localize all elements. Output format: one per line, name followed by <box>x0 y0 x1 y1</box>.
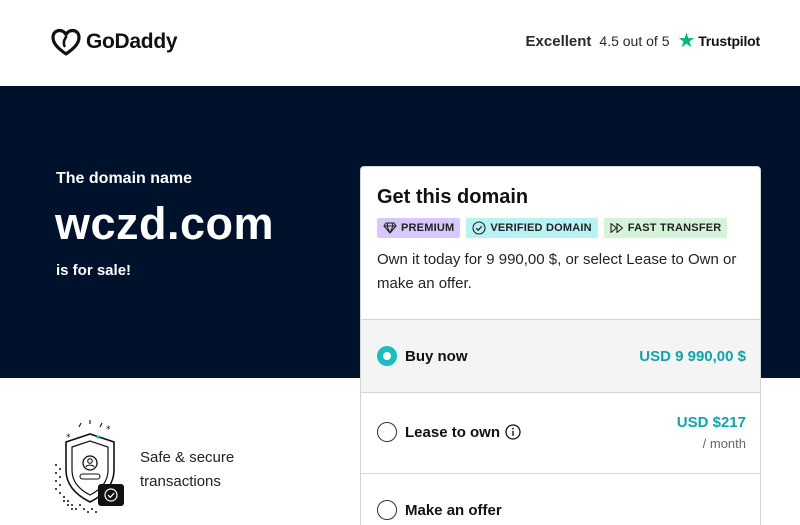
svg-text:*: * <box>66 433 71 443</box>
get-domain-card: Get this domain PREMIUM VERIFIED DOMAIN … <box>360 166 761 525</box>
fast-transfer-badge: FAST TRANSFER <box>603 218 728 238</box>
check-circle-icon <box>472 221 486 235</box>
rating-word: Excellent <box>525 32 592 50</box>
hero-post-text: is for sale! <box>56 262 132 279</box>
lease-radio[interactable] <box>377 422 397 442</box>
godaddy-logo-icon <box>51 28 81 56</box>
rating-score: 4.5 out of 5 <box>599 33 670 49</box>
offer-radio[interactable] <box>377 500 397 520</box>
premium-badge: PREMIUM <box>377 218 461 238</box>
option-buy-now[interactable]: Buy now USD 9 990,00 $ <box>361 319 760 392</box>
buy-now-label: Buy now <box>405 348 468 365</box>
buy-now-price: USD 9 990,00 $ <box>639 348 746 365</box>
site-header: GoDaddy Excellent 4.5 out of 5 ★ Trustpi… <box>0 0 800 86</box>
badge-row: PREMIUM VERIFIED DOMAIN FAST TRANSFER <box>377 218 728 238</box>
lease-period: / month <box>702 436 746 451</box>
trustpilot-label: Trustpilot <box>698 33 760 49</box>
safe-secure-feature: * * Safe & secure transactions <box>52 420 312 520</box>
logo-text: GoDaddy <box>86 30 178 53</box>
card-title: Get this domain <box>377 186 529 208</box>
fast-transfer-badge-label: FAST TRANSFER <box>627 222 722 234</box>
fast-forward-icon <box>610 222 623 234</box>
lease-price: USD $217 <box>676 414 746 431</box>
verified-badge-label: VERIFIED DOMAIN <box>490 222 592 234</box>
offer-label: Make an offer <box>405 502 502 519</box>
option-lease-to-own[interactable]: Lease to own USD $217 / month <box>361 392 760 473</box>
premium-badge-label: PREMIUM <box>401 222 455 234</box>
shield-secure-icon: * * <box>55 420 124 513</box>
buy-now-radio[interactable] <box>377 346 397 366</box>
trustpilot-logo: ★ Trustpilot <box>677 31 760 51</box>
godaddy-logo[interactable]: GoDaddy <box>50 28 178 56</box>
svg-text:*: * <box>106 425 111 435</box>
domain-name-title: wczd.com <box>55 198 275 249</box>
lease-label: Lease to own <box>405 424 501 441</box>
card-description: Own it today for 9 990,00 $, or select L… <box>377 251 737 292</box>
info-icon[interactable] <box>505 424 521 440</box>
safe-secure-text: Safe & secure transactions <box>140 449 235 490</box>
verified-domain-badge: VERIFIED DOMAIN <box>466 218 598 238</box>
trustpilot-star-icon: ★ <box>677 30 696 52</box>
hero-pre-text: The domain name <box>56 170 193 187</box>
trustpilot-rating[interactable]: Excellent 4.5 out of 5 ★ Trustpilot <box>525 31 761 51</box>
diamond-icon <box>383 222 397 234</box>
option-make-offer[interactable]: Make an offer <box>361 473 760 525</box>
